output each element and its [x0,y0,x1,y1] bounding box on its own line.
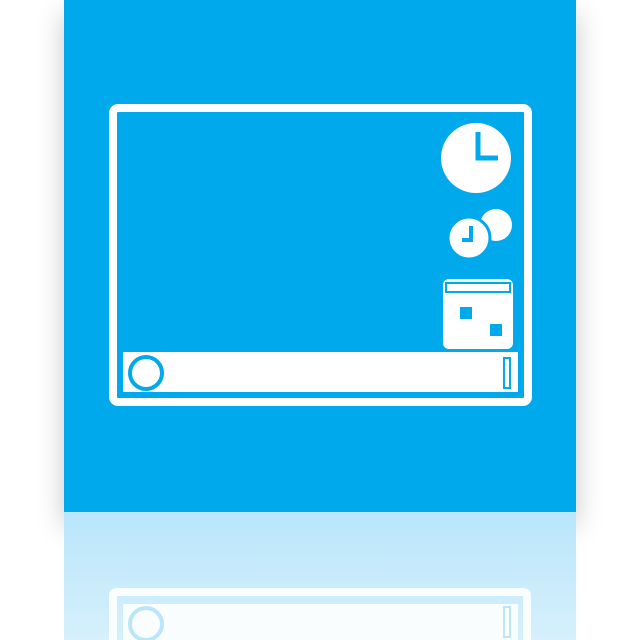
taskbar-icon [123,352,518,392]
tile-reflection [64,512,576,640]
desktop-gadgets-icon [109,104,532,406]
large-clock-icon [441,123,511,193]
app-tile[interactable] [64,0,576,512]
small-clock-icon [446,209,512,261]
start-button-icon [128,355,164,391]
reflected-monitor-icon [109,588,531,640]
calendar-icon [443,279,513,349]
